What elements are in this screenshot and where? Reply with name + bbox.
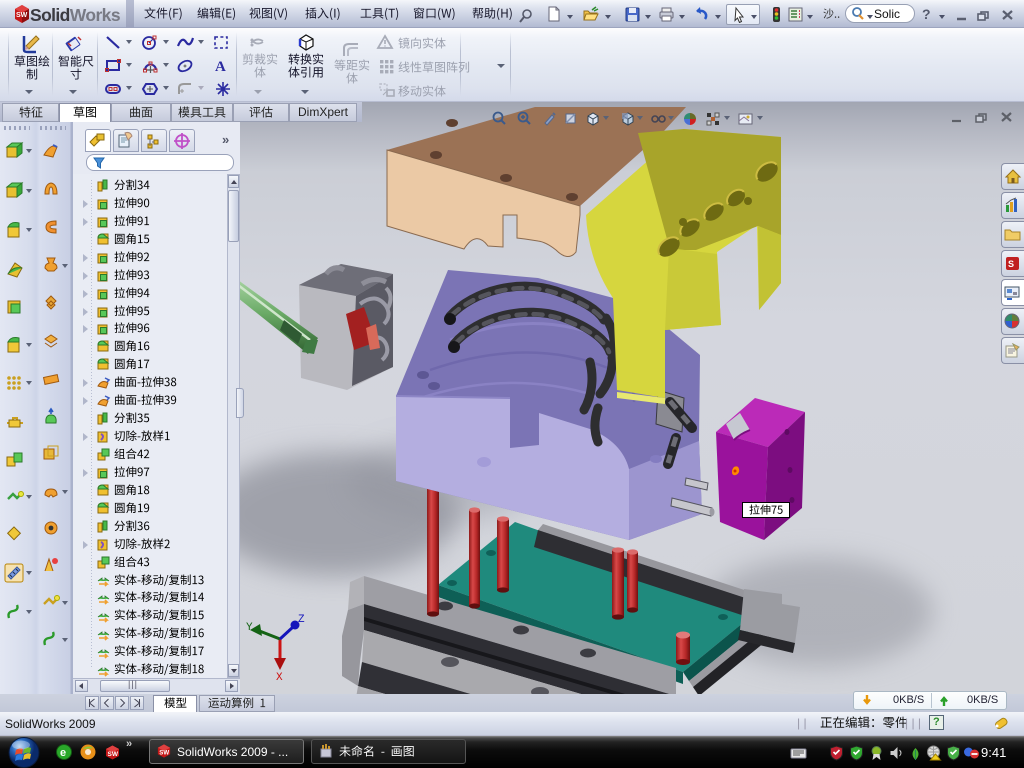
svg-text:SW: SW — [16, 12, 28, 19]
svg-text:A: A — [215, 59, 226, 74]
svg-text:X: X — [276, 672, 283, 684]
svg-text:SW: SW — [108, 751, 119, 758]
svg-text:Z: Z — [298, 614, 305, 626]
svg-text:SW: SW — [159, 749, 169, 756]
svg-text:S: S — [1008, 259, 1014, 269]
svg-text:e: e — [60, 747, 66, 759]
svg-text:Y: Y — [246, 622, 253, 634]
